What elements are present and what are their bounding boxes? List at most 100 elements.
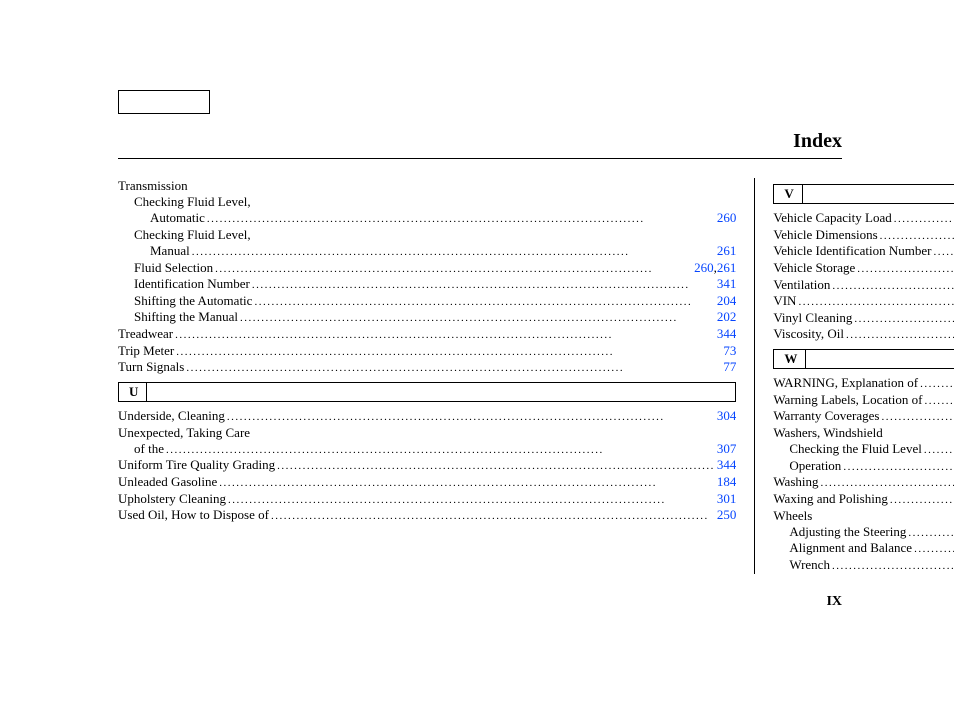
index-letter-heading: V <box>773 184 954 204</box>
index-entry-label: Washers, Windshield <box>773 425 882 441</box>
leader-dots <box>912 543 954 557</box>
index-entry-label: Automatic <box>150 210 205 226</box>
index-page-link[interactable]: 344 <box>717 326 737 342</box>
leader-dots <box>225 411 717 425</box>
index-letter-label: U <box>119 383 147 401</box>
index-entry-label: Adjusting the Steering <box>789 524 906 540</box>
index-entry: Uniform Tire Quality Grading344 <box>118 457 736 474</box>
index-entry: Vinyl Cleaning302 <box>773 310 954 327</box>
index-entry-label: Washing <box>773 474 818 490</box>
leader-dots <box>888 494 954 508</box>
index-page-link[interactable]: 260 <box>717 210 737 226</box>
index-entry: Treadwear344 <box>118 326 736 343</box>
index-entry: Trip Meter 73 <box>118 343 736 360</box>
index-page-link[interactable]: 304 <box>717 408 737 424</box>
index-entry: Manual 261 <box>118 243 736 260</box>
index-entry-label: Transmission <box>118 178 188 194</box>
index-entry-label: Trip Meter <box>118 343 174 359</box>
leader-dots <box>213 263 694 277</box>
index-entry-label: Shifting the Manual <box>134 309 238 325</box>
index-entry: VIN340 <box>773 293 954 310</box>
index-entry-label: Checking Fluid Level, <box>134 227 251 243</box>
index-entry-label: Checking the Fluid Level <box>789 441 922 457</box>
index-entry-label: Warning Labels, Location of <box>773 392 922 408</box>
index-entry: Ventilation131 <box>773 277 954 294</box>
index-entry: Checking Fluid Level, <box>118 227 736 243</box>
index-columns: TransmissionChecking Fluid Level,Automat… <box>118 178 842 574</box>
leader-dots <box>878 230 954 244</box>
index-entry: Shifting the Manual 202 <box>118 309 736 326</box>
leader-dots <box>855 263 954 277</box>
index-page-link[interactable]: 301 <box>717 491 737 507</box>
index-page-link[interactable]: 202 <box>717 309 737 325</box>
index-page-link[interactable]: 250 <box>717 507 737 523</box>
index-entry: Turn Signals77 <box>118 359 736 376</box>
leader-dots <box>269 510 717 524</box>
leader-dots <box>830 280 954 294</box>
index-entry: Vehicle Dimensions342 <box>773 227 954 244</box>
index-entry: Adjusting the Steering83 <box>773 524 954 541</box>
index-page-link[interactable]: 261 <box>717 260 737 276</box>
index-page-link[interactable]: 307 <box>717 441 737 457</box>
leader-dots <box>250 279 717 293</box>
index-entry: Washers, Windshield <box>773 425 954 441</box>
index-entry-label: Used Oil, How to Dispose of <box>118 507 269 523</box>
index-entry: Vehicle Storage295 <box>773 260 954 277</box>
index-entry-label: Wrench <box>789 557 830 573</box>
index-entry-label: Unleaded Gasoline <box>118 474 217 490</box>
index-page-link[interactable]: 77 <box>723 359 736 375</box>
index-entry: WARNING, Explanation ofii <box>773 375 954 392</box>
leader-dots <box>190 246 717 260</box>
index-entry: Automatic 260 <box>118 210 736 227</box>
leader-dots <box>238 312 717 326</box>
index-page-link[interactable]: 204 <box>717 293 737 309</box>
index-page-link[interactable]: 341 <box>717 276 737 292</box>
index-entry: Vehicle Identification Number340 <box>773 243 954 260</box>
leader-dots <box>922 395 954 409</box>
index-entry-label: Unexpected, Taking Care <box>118 425 250 441</box>
index-entry: Checking Fluid Level, <box>118 194 736 210</box>
index-entry: Checking the Fluid Level258 <box>773 441 954 458</box>
index-page-link[interactable]: 261 <box>717 243 737 259</box>
index-page-link[interactable]: 184 <box>717 474 737 490</box>
title-divider <box>118 158 842 159</box>
index-entry-label: Checking Fluid Level, <box>134 194 251 210</box>
index-page-link[interactable]: 344 <box>717 457 737 473</box>
index-entry-label: Wheels <box>773 508 812 524</box>
index-page-link[interactable]: 260 <box>694 260 714 276</box>
index-entry-label: Alignment and Balance <box>789 540 912 556</box>
index-entry: Shifting the Automatic204 <box>118 293 736 310</box>
index-entry: Transmission <box>118 178 736 194</box>
leader-dots <box>217 477 717 491</box>
index-entry-label: VIN <box>773 293 796 309</box>
index-entry-label: Warranty Coverages <box>773 408 879 424</box>
index-entry-label: Vehicle Dimensions <box>773 227 877 243</box>
index-entry: Underside, Cleaning 304 <box>118 408 736 425</box>
index-letter-heading: U <box>118 382 736 402</box>
index-entry-label: Vehicle Storage <box>773 260 855 276</box>
index-entry: Viscosity, Oil248 <box>773 326 954 343</box>
index-page-link[interactable]: 73 <box>723 343 736 359</box>
leader-dots <box>841 461 954 475</box>
index-column-1: TransmissionChecking Fluid Level,Automat… <box>118 178 754 574</box>
index-entry: Operation79 <box>773 458 954 475</box>
index-entry-label: Manual <box>150 243 190 259</box>
leader-dots <box>931 246 954 260</box>
index-entry: Wrench311 <box>773 557 954 574</box>
index-entry: of the307 <box>118 441 736 458</box>
empty-header-box <box>118 90 210 114</box>
leader-dots <box>226 494 717 508</box>
leader-dots <box>830 560 954 574</box>
index-entry-label: Operation <box>789 458 841 474</box>
leader-dots <box>892 213 954 227</box>
leader-dots <box>880 411 954 425</box>
index-entry: Warning Labels, Location of61 <box>773 392 954 409</box>
index-column-2: VVehicle Capacity Load194Vehicle Dimensi… <box>754 178 954 574</box>
index-entry-label: Fluid Selection <box>134 260 213 276</box>
index-letter-heading: W <box>773 349 954 369</box>
index-entry-label: Underside, Cleaning <box>118 408 225 424</box>
index-entry-label: Identification Number <box>134 276 250 292</box>
index-entry: Washing298 <box>773 474 954 491</box>
index-entry-label: Vinyl Cleaning <box>773 310 852 326</box>
index-entry: Unexpected, Taking Care <box>118 425 736 441</box>
